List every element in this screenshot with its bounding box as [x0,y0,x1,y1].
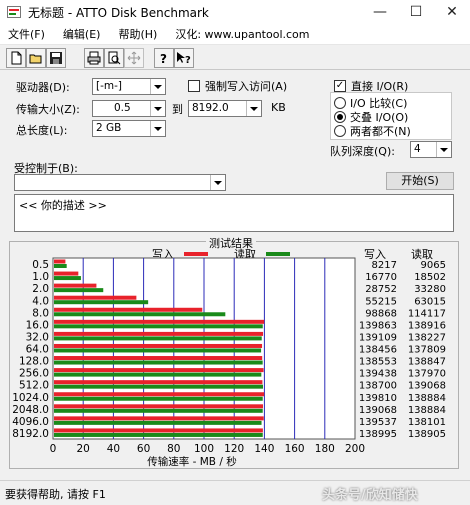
category-label: 2048.0 [12,404,49,416]
read-bar [54,276,81,281]
write-value: 138553 [359,357,397,368]
status-text: 要获得帮助, 请按 F1 [5,488,106,501]
write-value: 139810 [359,393,397,404]
read-value: 137809 [408,345,446,356]
x-tick-label: 80 [167,443,180,455]
category-label: 8.0 [32,307,49,319]
read-bar [54,360,263,365]
write-bar [54,307,203,312]
write-value: 139438 [359,369,397,380]
x-tick-label: 180 [315,443,335,455]
write-value: 139109 [359,332,397,343]
write-bar [54,380,263,385]
write-value: 28752 [365,284,397,295]
read-value: 18502 [414,272,446,283]
x-tick-label: 40 [107,443,120,455]
read-value: 138884 [408,405,446,416]
read-value: 138847 [408,357,446,368]
read-value: 138884 [408,393,446,404]
category-label: 1024.0 [12,392,49,404]
write-value: 138456 [359,345,397,356]
x-tick-label: 200 [345,443,365,455]
x-tick-label: 160 [285,443,305,455]
write-bar [54,259,66,264]
read-bar [54,264,67,268]
write-value: 139068 [359,405,397,416]
write-bar [54,295,137,300]
write-value: 8217 [372,260,397,271]
write-value: 16770 [365,272,397,283]
category-label: 32.0 [26,331,49,343]
category-label: 64.0 [26,344,49,356]
watermark-text: 头条号/欣知储快 [322,488,418,503]
write-bar [54,319,265,324]
x-tick-label: 120 [224,443,244,455]
write-bar [54,368,264,373]
x-tick-label: 20 [77,443,90,455]
category-label: 512.0 [19,380,49,392]
x-tick-label: 60 [137,443,150,455]
read-bar [54,384,263,389]
write-value: 138700 [359,381,397,392]
category-label: 16.0 [26,319,49,331]
read-bar [54,432,263,437]
write-bar [54,331,264,336]
write-bar [54,283,97,288]
write-bar [54,271,79,276]
read-value: 138101 [408,417,446,428]
x-tick-label: 0 [50,443,57,455]
category-label: 128.0 [19,356,49,368]
write-bar [54,392,265,397]
write-bar [54,343,263,348]
read-bar [54,420,262,425]
write-bar [54,404,263,409]
read-bar [54,288,104,293]
write-value: 138995 [359,429,397,440]
read-value: 114117 [408,308,446,319]
transfer-rate-chart: 0 20 40 60 80 100 120 140 160 180 200 传输速率 - MB / 秒… [12,257,446,468]
category-label: 0.5 [32,259,49,271]
x-axis-label: 传输速率 - MB / 秒 [147,455,237,468]
read-value: 63015 [414,296,446,307]
read-bar [54,336,262,341]
read-bar [54,348,262,353]
read-bar [54,372,262,377]
read-value: 33280 [414,284,446,295]
write-bar [54,428,263,433]
category-label: 2.0 [32,283,49,295]
category-label: 1.0 [32,271,49,283]
category-label: 4096.0 [12,416,49,428]
read-bar [54,324,263,329]
read-bar [54,300,149,305]
read-bar [54,312,226,317]
write-value: 139537 [359,417,397,428]
read-value: 138905 [408,429,446,440]
write-value: 139863 [359,320,397,331]
category-label: 8192.0 [12,428,49,440]
x-tick-label: 140 [254,443,274,455]
read-bar [54,396,263,401]
status-bar: 要获得帮助, 请按 F1 头条号/欣知储快 [0,480,470,505]
read-value: 137970 [408,369,446,380]
x-tick-label: 100 [194,443,214,455]
read-value: 9065 [421,260,446,271]
category-label: 256.0 [19,368,49,380]
category-label: 4.0 [32,295,49,307]
write-value: 55215 [365,296,397,307]
read-bar [54,408,263,413]
write-value: 98868 [365,308,397,319]
read-value: 138916 [408,320,446,331]
write-bar [54,416,264,421]
write-bar [54,356,263,361]
read-value: 139068 [408,381,446,392]
read-value: 138227 [408,332,446,343]
